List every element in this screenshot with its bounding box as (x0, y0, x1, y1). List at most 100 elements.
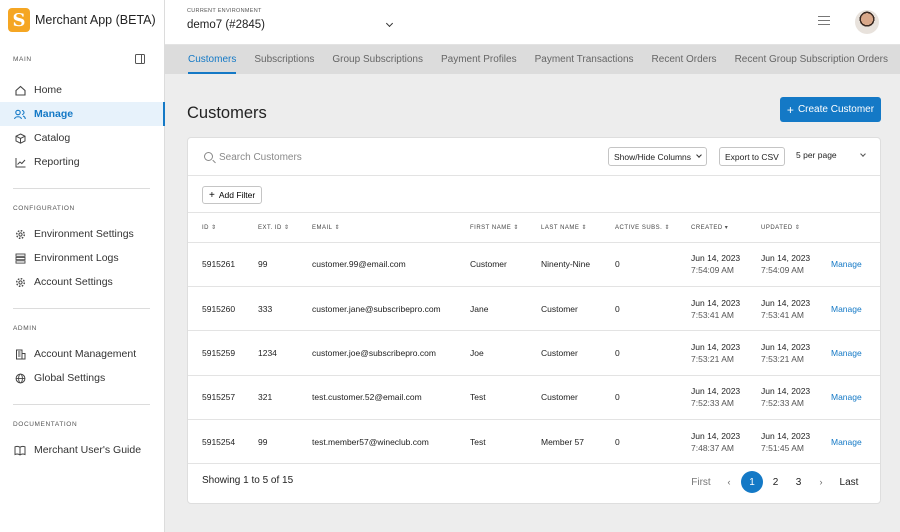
sort-icon: ⇕ (211, 224, 217, 231)
cell-email: test.customer.52@email.com (312, 375, 470, 421)
logs-icon (14, 252, 26, 264)
cell-actions: Manage (831, 375, 880, 421)
first-page-button[interactable]: First (684, 471, 718, 493)
manage-link[interactable]: Manage (831, 392, 862, 402)
cell-last-name: Ninenty-Nine (541, 242, 615, 287)
page-button-2[interactable]: 2 (764, 471, 787, 493)
sidebar-item-manage[interactable]: Manage (0, 102, 165, 126)
column-header-first-name[interactable]: FIRST NAME ⇕ (470, 213, 541, 243)
page-button-3[interactable]: 3 (787, 471, 810, 493)
column-header-active-subs[interactable]: ACTIVE SUBS. ⇕ (615, 213, 691, 243)
export-csv-button[interactable]: Export to CSV (719, 147, 785, 166)
environment-selector[interactable]: demo7 (#2845) (187, 19, 394, 31)
cell-ext-id: 1234 (258, 330, 312, 376)
plus-icon: + (786, 102, 794, 117)
tab-group-subscriptions[interactable]: Group Subscriptions (323, 45, 432, 74)
column-header-ext-id[interactable]: EXT. ID ⇕ (258, 213, 312, 243)
show-hide-columns-button[interactable]: Show/Hide Columns (608, 147, 708, 166)
per-page-select[interactable]: 5 per page (796, 150, 866, 160)
collapse-sidebar-icon[interactable] (135, 54, 145, 64)
box-icon (14, 132, 26, 144)
sidebar-item-reporting[interactable]: Reporting (0, 150, 164, 174)
column-header-last-name[interactable]: LAST NAME ⇕ (541, 213, 615, 243)
customers-card: Show/Hide Columns Export to CSV 5 per pa… (187, 137, 881, 504)
sort-icon: ⇕ (664, 224, 670, 231)
chart-line-icon (14, 156, 26, 168)
page-button-1[interactable]: 1 (741, 471, 763, 493)
cell-created: Jun 14, 2023 7:52:33 AM (691, 375, 761, 421)
add-filter-button[interactable]: + Add Filter (202, 186, 263, 204)
cell-first-name: Customer (470, 242, 541, 287)
list-icon[interactable] (818, 16, 830, 26)
cell-active-subs: 0 (615, 286, 691, 332)
environment-value: demo7 (#2845) (187, 19, 265, 31)
sidebar-item-global-settings[interactable]: Global Settings (0, 366, 164, 390)
next-page-icon[interactable]: › (810, 471, 832, 493)
sidebar: S Merchant App (BETA) MAIN Home Manage C… (0, 0, 165, 532)
topbar: CURRENT ENVIRONMENT demo7 (#2845) (165, 0, 900, 45)
manage-link[interactable]: Manage (831, 259, 862, 269)
sidebar-divider (13, 188, 150, 189)
tab-payment-profiles[interactable]: Payment Profiles (432, 45, 526, 74)
sidebar-item-label: Account Settings (34, 276, 113, 288)
users-icon (14, 108, 26, 120)
table-row: 5915254 99 test.member57@wineclub.com Te… (188, 419, 880, 465)
chevron-down-icon (385, 19, 394, 28)
search-icon (204, 152, 213, 161)
tab-recent-orders[interactable]: Recent Orders (643, 45, 726, 74)
prev-page-icon[interactable]: ‹ (718, 471, 740, 493)
customers-table: ID ⇕ EXT. ID ⇕ EMAIL ⇕ FIRST NAME ⇕ LAST NAM… (188, 213, 880, 465)
sidebar-item-home[interactable]: Home (0, 78, 164, 102)
plus-icon: + (209, 189, 215, 201)
sidebar-item-account-settings[interactable]: Account Settings (0, 270, 164, 294)
cell-id: 5915254 (188, 419, 258, 465)
table-row: 5915260 333 customer.jane@subscribepro.c… (188, 286, 880, 332)
gear-icon (14, 228, 26, 240)
sidebar-item-environment-settings[interactable]: Environment Settings (0, 222, 164, 246)
column-header-updated[interactable]: UPDATED ⇕ (761, 213, 831, 243)
page-title: Customers (187, 104, 267, 122)
sidebar-item-environment-logs[interactable]: Environment Logs (0, 246, 164, 270)
gear-icon (14, 276, 26, 288)
sidebar-item-label: Environment Settings (34, 228, 134, 240)
column-header-id[interactable]: ID ⇕ (188, 213, 258, 243)
home-icon (14, 84, 26, 96)
environment-label: CURRENT ENVIRONMENT (187, 8, 262, 14)
tab-subscriptions[interactable]: Subscriptions (245, 45, 323, 74)
brand[interactable]: S Merchant App (BETA) (0, 0, 164, 40)
table-row: 5915261 99 customer.99@email.com Custome… (188, 242, 880, 287)
column-header-email[interactable]: EMAIL ⇕ (312, 213, 470, 243)
sidebar-item-label: Home (34, 84, 63, 96)
cell-first-name: Test (470, 419, 541, 465)
tab-payment-transactions[interactable]: Payment Transactions (526, 45, 643, 74)
search-input[interactable] (219, 148, 419, 166)
manage-link[interactable]: Manage (831, 348, 862, 358)
sidebar-item-label: Reporting (34, 156, 80, 168)
sidebar-item-merchant-users-guide[interactable]: Merchant User's Guide (0, 438, 164, 462)
cell-actions: Manage (831, 419, 880, 465)
manage-link[interactable]: Manage (831, 437, 862, 447)
cell-updated: Jun 14, 2023 7:53:41 AM (761, 286, 831, 332)
cell-id: 5915261 (188, 242, 258, 287)
table-footer: Showing 1 to 5 of 15 First ‹ 1 2 3 › Las… (188, 461, 880, 503)
avatar[interactable] (855, 10, 879, 34)
cell-actions: Manage (831, 242, 880, 287)
tab-recent-group-subscription-orders[interactable]: Recent Group Subscription Orders (726, 45, 897, 74)
sidebar-item-account-management[interactable]: Account Management (0, 342, 164, 366)
sidebar-item-catalog[interactable]: Catalog (0, 126, 164, 150)
sidebar-item-label: Catalog (34, 132, 71, 144)
column-header-created[interactable]: CREATED ▾ (691, 213, 761, 243)
create-customer-button[interactable]: + Create Customer (780, 97, 881, 122)
last-page-button[interactable]: Last (832, 471, 866, 493)
book-icon (14, 444, 26, 456)
section-label-configuration: CONFIGURATION (13, 205, 75, 212)
cell-email: customer.joe@subscribepro.com (312, 330, 470, 376)
sort-desc-icon: ▾ (724, 224, 729, 231)
tab-customers[interactable]: Customers (179, 45, 245, 74)
create-customer-label: Create Customer (797, 104, 875, 115)
cell-email: test.member57@wineclub.com (312, 419, 470, 465)
cell-updated: Jun 14, 2023 7:54:09 AM (761, 242, 831, 287)
manage-link[interactable]: Manage (831, 304, 862, 314)
section-label-documentation: DOCUMENTATION (13, 421, 78, 428)
sidebar-divider (13, 308, 150, 309)
